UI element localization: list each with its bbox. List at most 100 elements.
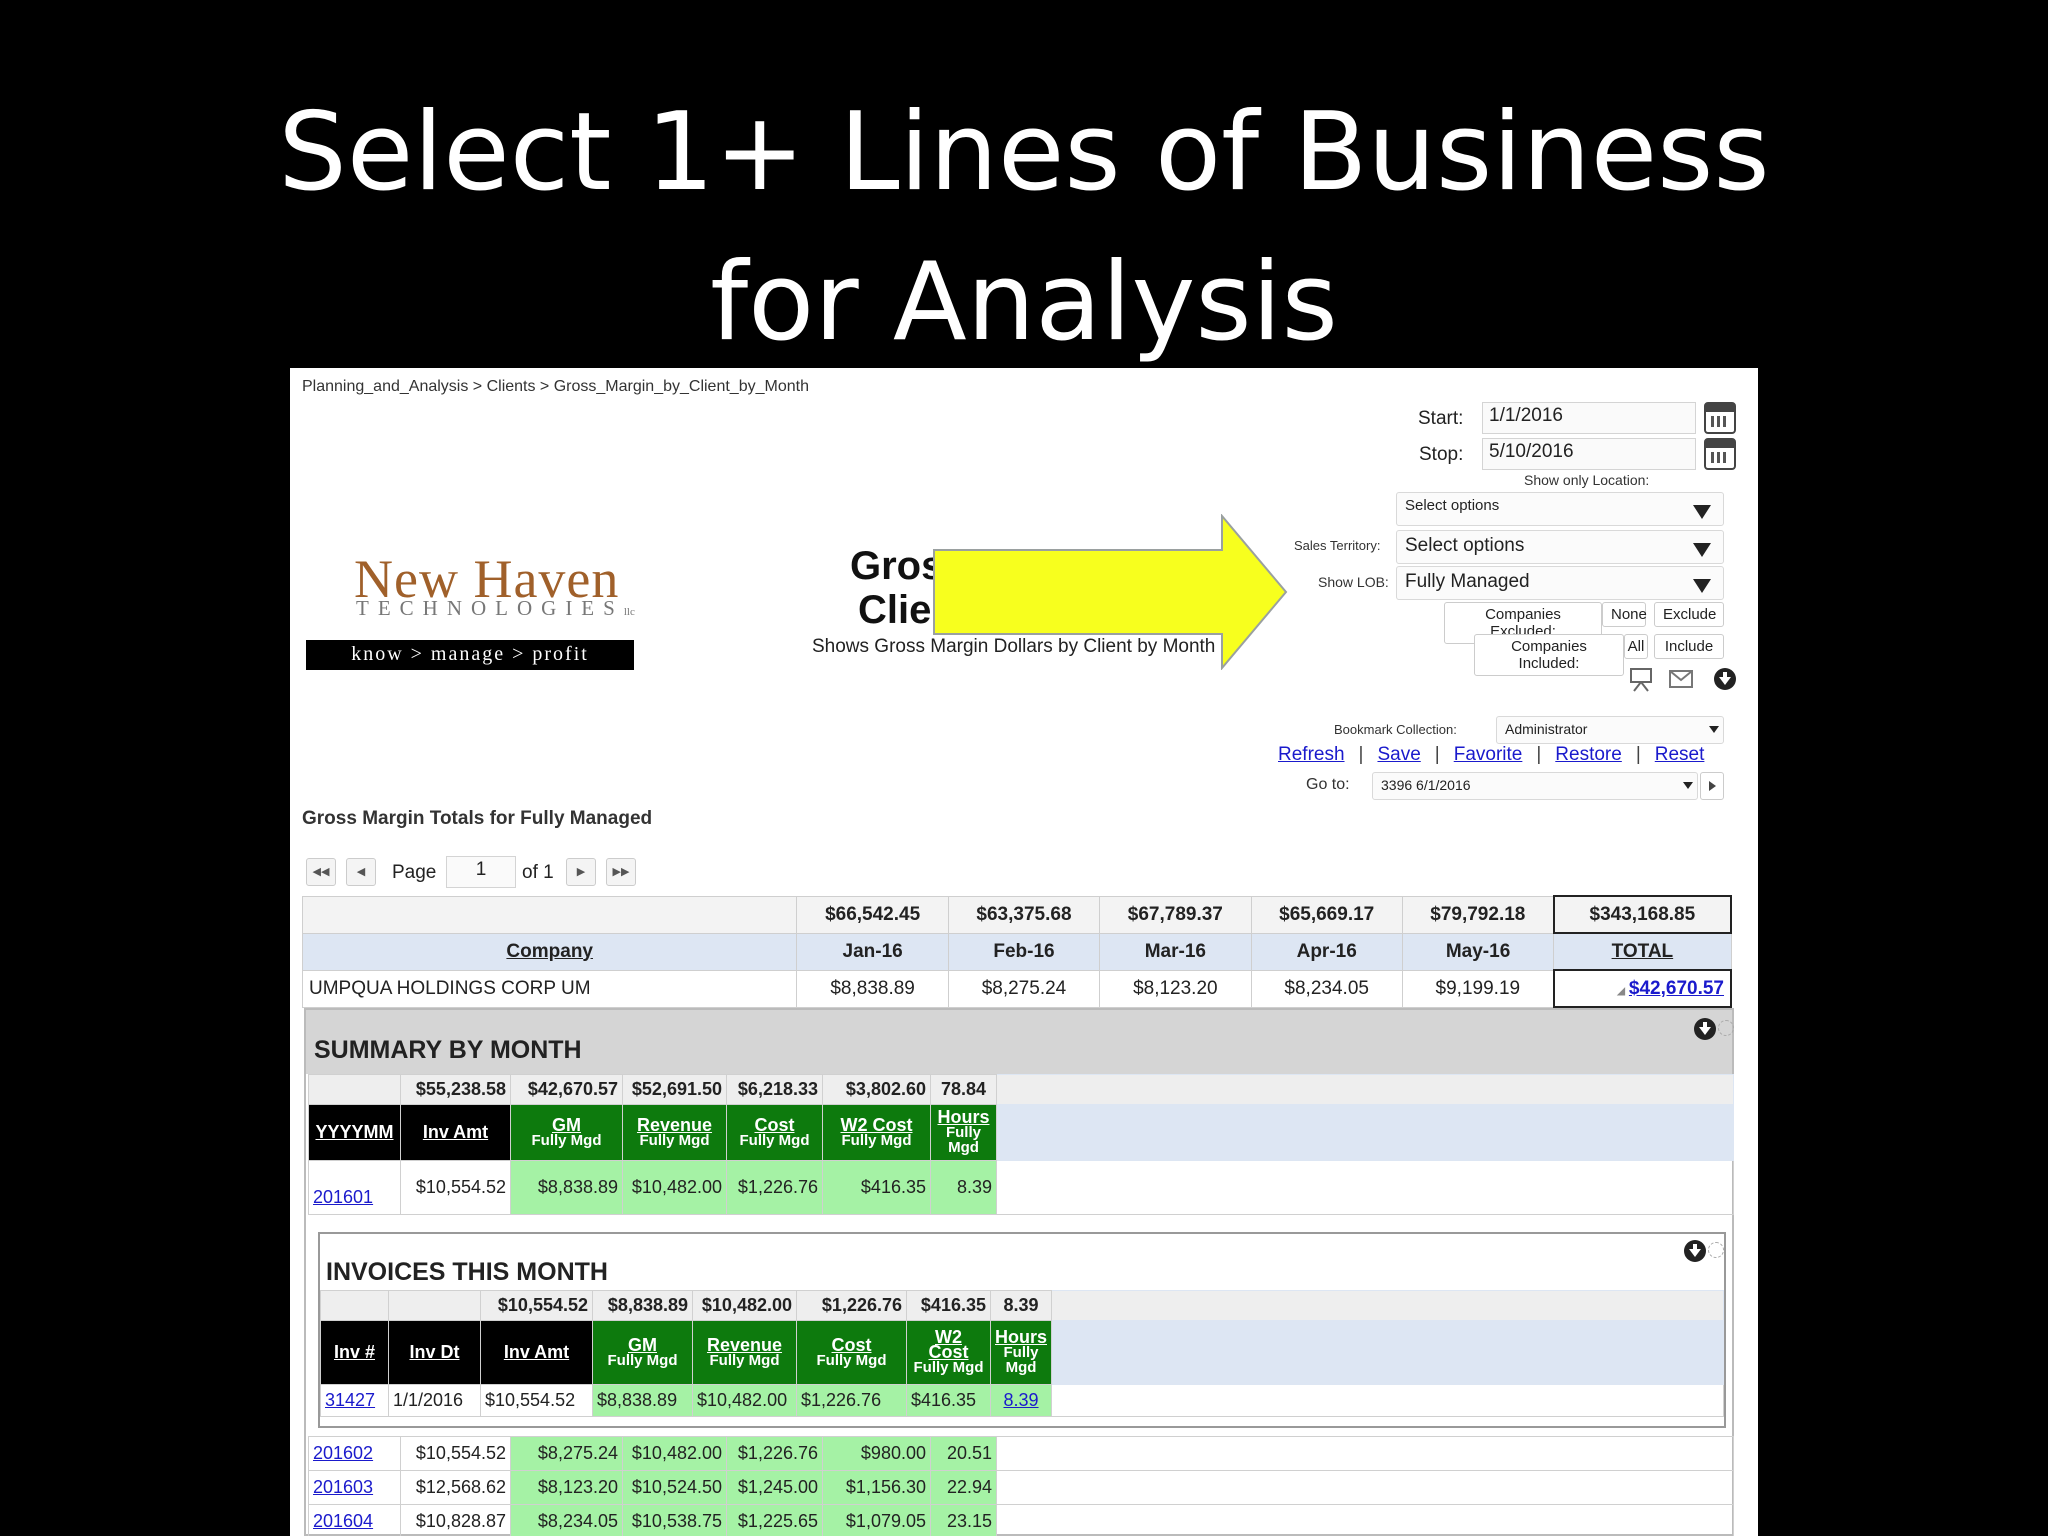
column-header[interactable]: W2 Cost Fully Mgd <box>822 1104 931 1161</box>
row-total-link[interactable]: $42,670.57 <box>1629 978 1724 999</box>
row-total-cell: ◢ $42,670.57 <box>1552 969 1733 1008</box>
header-label: Fully Mgd <box>607 1351 678 1369</box>
column-header[interactable]: Company <box>301 932 798 971</box>
highlight-arrow <box>933 514 1288 670</box>
header-label: Fully <box>1003 1344 1039 1361</box>
column-header[interactable]: W2 Cost Fully Mgd <box>906 1320 991 1385</box>
companies-included-label: Companies Included: <box>1474 634 1624 676</box>
table-cell <box>996 1074 1734 1105</box>
presentation-icon[interactable] <box>1628 666 1654 692</box>
totals-row: $55,238.58 $42,670.57 $52,691.50 $6,218.… <box>308 1074 1734 1105</box>
table-cell: $1,079.05 <box>822 1504 931 1536</box>
invoices-table: $10,554.52 $8,838.89 $10,482.00 $1,226.7… <box>320 1290 1724 1417</box>
column-header[interactable]: GM Fully Mgd <box>510 1104 623 1161</box>
table-row: 201602 $10,554.52 $8,275.24 $10,482.00 $… <box>308 1436 1734 1471</box>
header-label: Hours <box>995 1327 1048 1347</box>
download-icon[interactable] <box>1684 1240 1706 1262</box>
lob-select[interactable]: Fully Managed <box>1396 566 1724 600</box>
month-link[interactable]: 201604 <box>313 1511 373 1531</box>
table-cell: $8,123.20 <box>1099 969 1252 1008</box>
calendar-icon[interactable] <box>1704 402 1736 434</box>
column-header[interactable]: YYYYMM <box>308 1104 401 1161</box>
table-cell: $980.00 <box>822 1436 931 1471</box>
table-cell: $8,234.05 <box>1250 969 1403 1008</box>
header-label: W2 Cost <box>840 1114 913 1135</box>
column-header: May-16 <box>1401 932 1555 971</box>
invoice-link[interactable]: 31427 <box>325 1390 375 1410</box>
move-icon[interactable] <box>1708 1242 1724 1258</box>
territory-select[interactable]: Select options <box>1396 530 1724 564</box>
table-cell: 201604 <box>308 1504 401 1536</box>
download-icon[interactable] <box>1714 668 1736 690</box>
table-cell: $10,482.00 <box>692 1384 797 1417</box>
location-select[interactable]: Select options <box>1396 492 1724 526</box>
goto-next-button[interactable] <box>1700 772 1724 800</box>
reset-link[interactable]: Reset <box>1655 744 1705 765</box>
table-cell: 78.84 <box>930 1074 997 1105</box>
column-header[interactable]: Revenue Fully Mgd <box>692 1320 797 1385</box>
table-cell: 31427 <box>320 1384 389 1417</box>
table-cell: $8,275.24 <box>510 1436 623 1471</box>
breadcrumb[interactable]: Planning_and_Analysis > Clients > Gross_… <box>302 378 809 396</box>
table-cell: $55,238.58 <box>400 1074 511 1105</box>
column-header[interactable]: Inv Amt <box>400 1104 511 1161</box>
lob-value: Fully Managed <box>1405 571 1530 592</box>
grand-total-cell: $343,168.85 <box>1552 895 1733 934</box>
save-link[interactable]: Save <box>1377 744 1420 765</box>
chevron-down-icon <box>1683 782 1693 789</box>
column-header[interactable]: Cost Fully Mgd <box>726 1104 823 1161</box>
refresh-link[interactable]: Refresh <box>1278 744 1345 765</box>
email-icon[interactable] <box>1668 668 1694 690</box>
report-title-part-2: Clie <box>858 588 932 632</box>
prev-page-button[interactable]: ◀ <box>346 858 376 886</box>
column-header[interactable]: Cost Fully Mgd <box>796 1320 907 1385</box>
first-page-button[interactable]: ◀◀ <box>306 858 336 886</box>
stop-date-input[interactable]: 5/10/2016 <box>1482 438 1696 470</box>
column-header[interactable]: Inv Dt <box>388 1320 481 1385</box>
slide-title-line-2: for Analysis <box>710 240 1338 365</box>
section-title: INVOICES THIS MONTH <box>326 1258 608 1286</box>
month-link[interactable]: 201603 <box>313 1477 373 1497</box>
header-label: Hours <box>937 1107 990 1127</box>
next-page-button[interactable]: ▶ <box>566 858 596 886</box>
bookmark-collection-select[interactable]: Administrator <box>1496 716 1724 744</box>
table-cell <box>996 1470 1734 1505</box>
restore-link[interactable]: Restore <box>1555 744 1622 765</box>
favorite-link[interactable]: Favorite <box>1454 744 1523 765</box>
column-header[interactable]: TOTAL <box>1553 932 1732 971</box>
header-label: Mgd <box>948 1139 979 1156</box>
calendar-icon[interactable] <box>1704 438 1736 470</box>
table-cell: $67,789.37 <box>1099 895 1252 934</box>
goto-label: Go to: <box>1306 776 1350 793</box>
column-header[interactable]: Hours Fully Mgd <box>989 1320 1053 1385</box>
month-link[interactable]: 201601 <box>313 1187 373 1207</box>
column-header[interactable]: Hours Fully Mgd <box>930 1104 997 1161</box>
lob-label: Show LOB: <box>1318 574 1389 590</box>
column-header[interactable]: Revenue Fully Mgd <box>622 1104 727 1161</box>
table-cell: $10,482.00 <box>622 1160 727 1215</box>
goto-select[interactable]: 3396 6/1/2016 <box>1372 772 1698 800</box>
table-cell: $1,225.65 <box>726 1504 823 1536</box>
column-header[interactable]: Inv Amt <box>480 1320 593 1385</box>
include-button[interactable]: Include <box>1654 634 1724 659</box>
table-row: 201601 $10,554.52 $8,838.89 $10,482.00 $… <box>308 1160 1734 1215</box>
table-cell: $8,123.20 <box>510 1470 623 1505</box>
table-cell <box>996 1104 1734 1161</box>
column-header[interactable]: Inv # <box>320 1320 389 1385</box>
location-value: Select options <box>1405 497 1500 514</box>
exclude-button[interactable]: Exclude <box>1654 602 1724 627</box>
chevron-down-icon <box>1693 505 1711 519</box>
column-header[interactable]: GM Fully Mgd <box>592 1320 693 1385</box>
download-icon[interactable] <box>1694 1018 1716 1040</box>
page-input[interactable]: 1 <box>446 856 516 888</box>
table-row: 201603 $12,568.62 $8,123.20 $10,524.50 $… <box>308 1470 1734 1505</box>
move-icon[interactable] <box>1718 1020 1734 1036</box>
last-page-button[interactable]: ▶▶ <box>606 858 636 886</box>
month-link[interactable]: 201602 <box>313 1443 373 1463</box>
header-label: Fully Mgd <box>709 1351 780 1369</box>
start-date-input[interactable]: 1/1/2016 <box>1482 402 1696 434</box>
hours-link[interactable]: 8.39 <box>1003 1390 1038 1410</box>
header-label: Fully Mgd <box>913 1359 984 1376</box>
table-cell: $1,226.76 <box>726 1160 823 1215</box>
table-cell: $8,838.89 <box>510 1160 623 1215</box>
